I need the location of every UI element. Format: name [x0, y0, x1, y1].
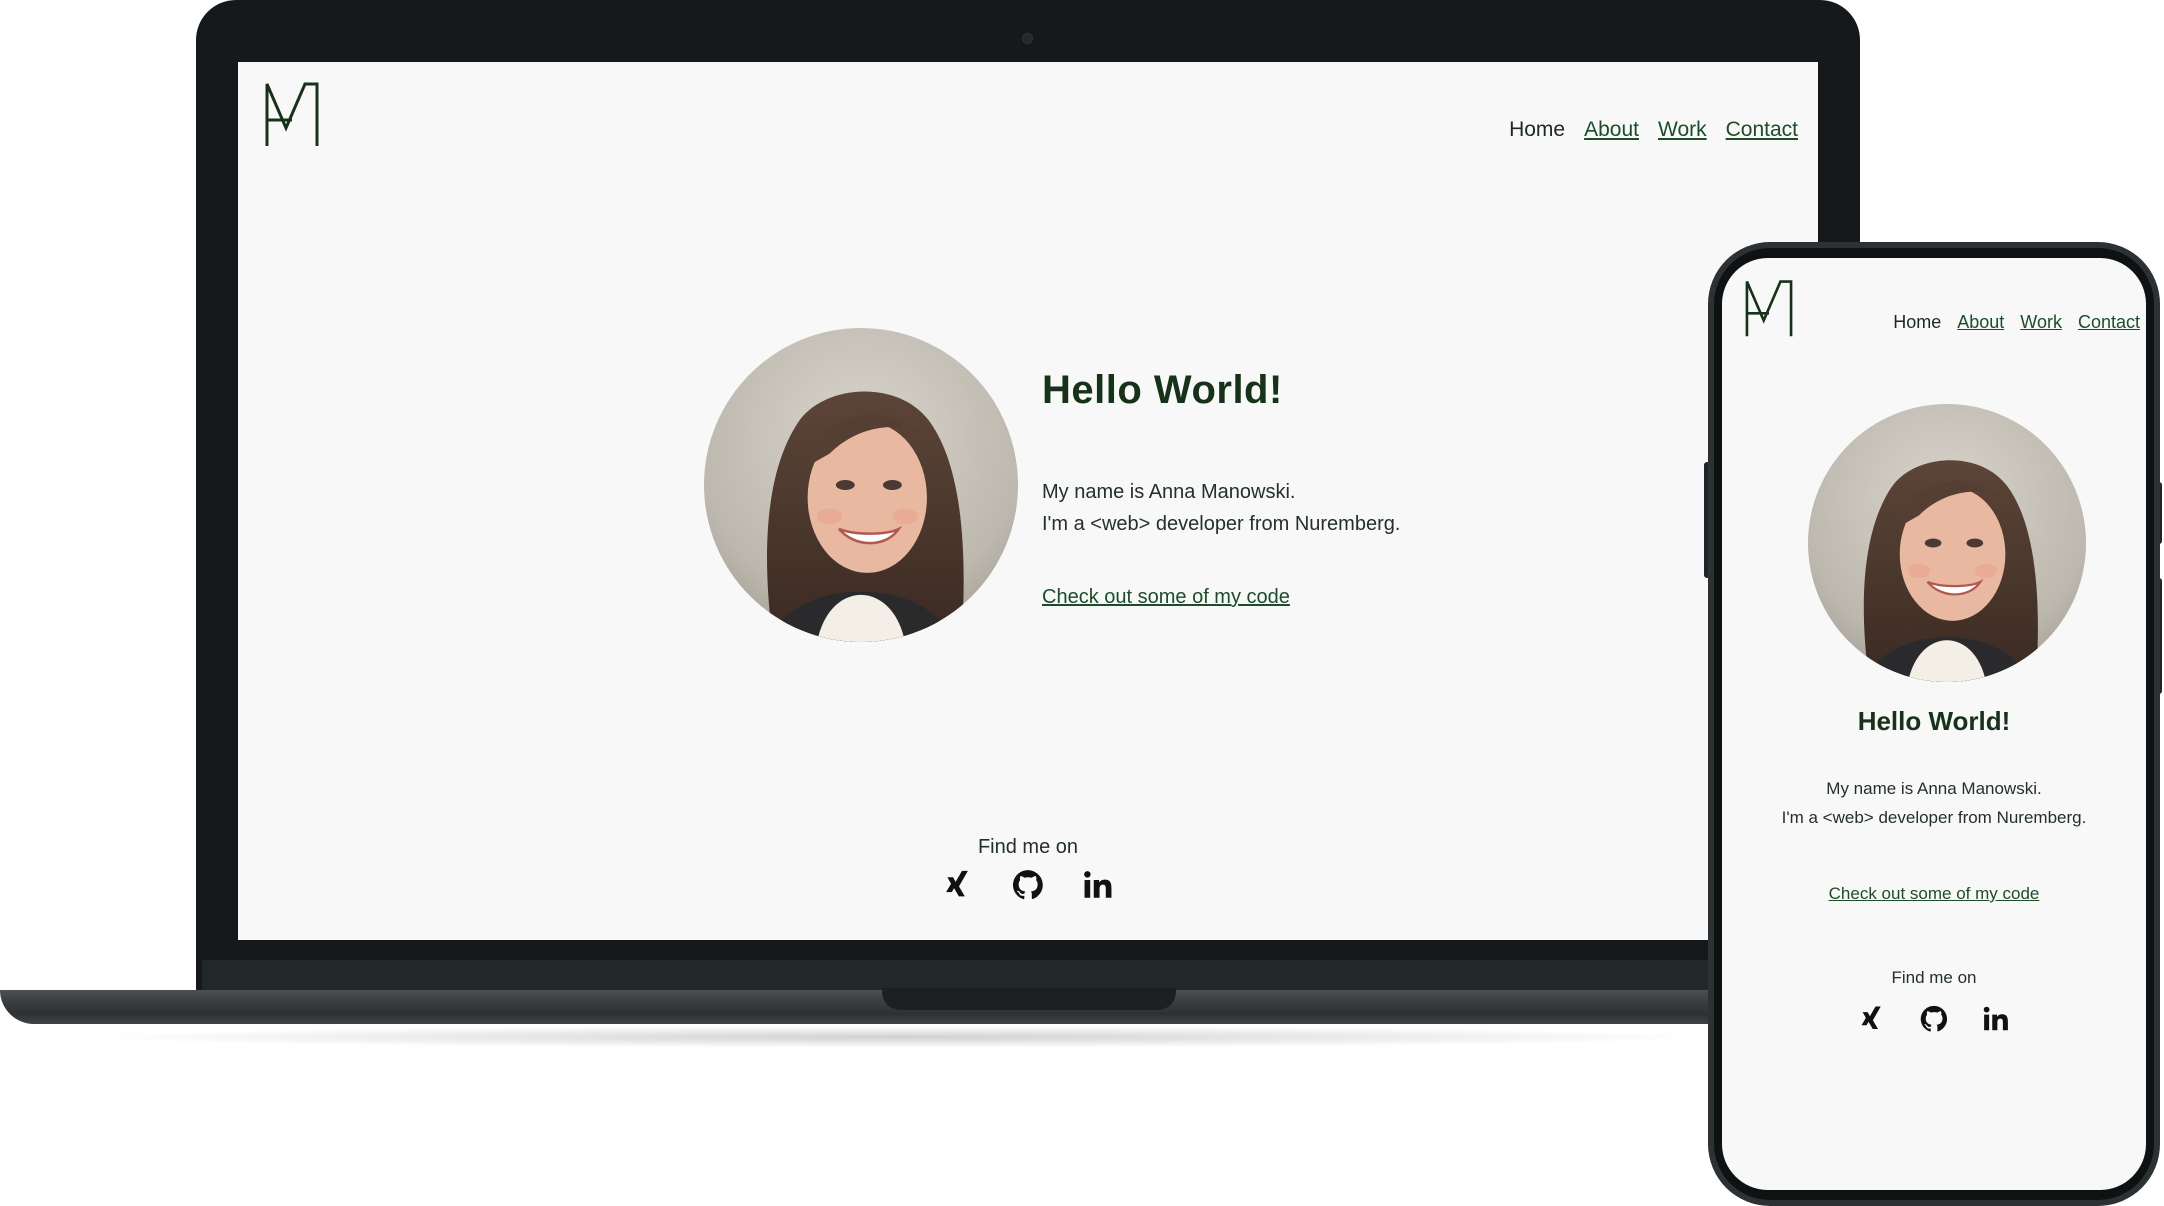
laptop-screen: Home About Work Contact Hello World! My …	[238, 62, 1818, 940]
github-icon[interactable]	[1919, 1004, 1949, 1034]
code-link[interactable]: Check out some of my code	[1042, 586, 1290, 609]
intro-line-1: My name is Anna Manowski.	[1042, 481, 1296, 503]
social-links	[1722, 1004, 2146, 1034]
nav-home[interactable]: Home	[1509, 118, 1565, 142]
nav-contact[interactable]: Contact	[1726, 118, 1798, 142]
laptop-shadow	[80, 1026, 1720, 1048]
intro-line-2: I'm a <web> developer from Nuremberg.	[1781, 808, 2087, 827]
nav-about[interactable]: About	[1957, 312, 2004, 333]
laptop-base	[0, 990, 1720, 1024]
phone-screen: Home About Work Contact Hello World! My …	[1722, 258, 2146, 1190]
find-me-label: Find me on	[1891, 968, 1977, 987]
main-nav: Home About Work Contact	[1893, 312, 2140, 333]
intro-line-1: My name is Anna Manowski.	[1826, 779, 2042, 798]
profile-photo	[704, 328, 1018, 642]
profile-photo	[1808, 404, 2086, 682]
nav-contact[interactable]: Contact	[2078, 312, 2140, 333]
intro-text: My name is Anna Manowski. I'm a <web> de…	[1042, 476, 1400, 540]
linkedin-icon[interactable]	[1981, 1004, 2011, 1034]
laptop-notch	[882, 988, 1176, 1010]
github-icon[interactable]	[1011, 868, 1045, 902]
linkedin-icon[interactable]	[1081, 868, 1115, 902]
nav-about[interactable]: About	[1584, 118, 1639, 142]
intro-text: My name is Anna Manowski. I'm a <web> de…	[1722, 774, 2146, 832]
hero-title: Hello World!	[1857, 706, 2011, 736]
nav-work[interactable]: Work	[1658, 118, 1707, 142]
intro-line-2: I'm a <web> developer from Nuremberg.	[1042, 513, 1401, 535]
site-logo[interactable]	[1744, 278, 1794, 338]
laptop-camera	[1022, 33, 1033, 44]
code-link[interactable]: Check out some of my code	[1722, 884, 2146, 904]
nav-home[interactable]: Home	[1893, 312, 1941, 333]
site-logo[interactable]	[264, 80, 320, 148]
nav-work[interactable]: Work	[2020, 312, 2062, 333]
main-nav: Home About Work Contact	[1509, 118, 1798, 142]
find-me-label: Find me on	[977, 836, 1079, 858]
xing-icon[interactable]	[941, 868, 975, 902]
hero-title: Hello World!	[1042, 368, 1283, 412]
xing-icon[interactable]	[1857, 1004, 1887, 1034]
social-links	[238, 868, 1818, 902]
